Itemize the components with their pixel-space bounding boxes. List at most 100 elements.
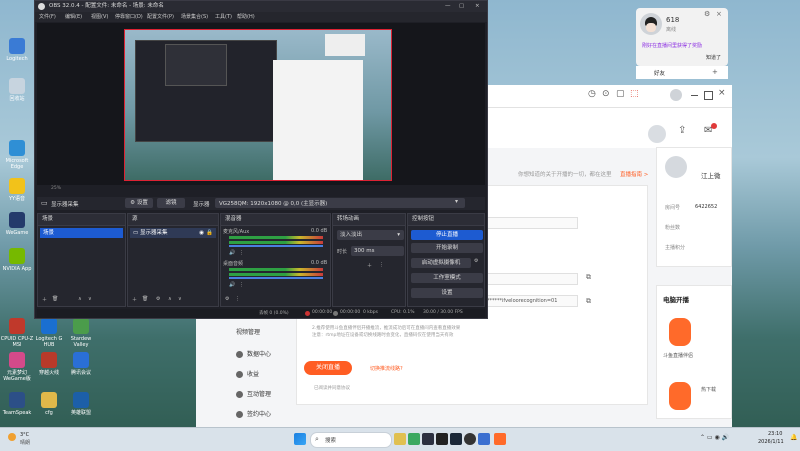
add-transition-icon[interactable]: ＋ — [367, 262, 372, 269]
desktop-icon[interactable]: Logitech G HUB — [32, 318, 66, 348]
ack-button[interactable]: 知道了 — [706, 54, 721, 61]
close-icon[interactable]: × — [475, 1, 480, 12]
desktop-menu-icon[interactable]: ⋮ — [239, 282, 244, 288]
source-settings-button[interactable]: ⚙ 设置 — [125, 198, 153, 208]
switch-line-link[interactable]: 切换推流线路? — [370, 365, 403, 372]
profile-avatar[interactable] — [665, 156, 687, 178]
mic-mute-icon[interactable]: 🔊 — [229, 250, 235, 256]
desktop-icon[interactable]: WeGame — [0, 212, 34, 236]
copy-url-icon[interactable]: ⧉ — [586, 273, 591, 282]
add-friend-icon[interactable]: + — [712, 68, 718, 76]
tray-icons[interactable]: ⌃ ▭ ◉ 🔊 — [700, 434, 729, 441]
settings-icon[interactable]: ⚙ — [704, 10, 710, 18]
mic-menu-icon[interactable]: ⋮ — [239, 250, 244, 256]
maximize-button[interactable]: ▢ — [459, 1, 464, 12]
maximize-button[interactable] — [704, 91, 713, 100]
menu-income[interactable]: 收益 — [236, 369, 306, 381]
steam-icon[interactable] — [450, 433, 462, 445]
menu-profile[interactable]: 配置文件(P) — [147, 12, 174, 22]
header-avatar[interactable] — [648, 125, 666, 143]
history-icon[interactable]: ◷ — [588, 89, 596, 99]
transition-select[interactable]: 淡入淡出 ▾ — [337, 230, 404, 240]
add-source-icon[interactable]: ＋ — [132, 296, 137, 303]
clock-time[interactable]: 23:10 — [768, 431, 782, 437]
studio-mode-button[interactable]: 工作室模式 — [411, 273, 483, 283]
upload-icon[interactable]: ⇪ — [678, 125, 686, 136]
mic-volume-slider[interactable] — [229, 245, 323, 247]
source-properties-icon[interactable]: ⚙ — [156, 296, 160, 302]
file-explorer-icon[interactable] — [394, 433, 406, 445]
scene-down-icon[interactable]: ∨ — [88, 296, 92, 302]
menu-video[interactable]: 视频管理 — [236, 327, 306, 339]
add-scene-icon[interactable]: ＋ — [42, 296, 47, 303]
menu-data-center[interactable]: 数据中心 — [236, 349, 306, 361]
source-item[interactable]: ▭ 显示器采集 ◉ 🔒 — [130, 228, 216, 238]
notification-bell-icon[interactable]: 🔔 — [790, 434, 797, 441]
source-up-icon[interactable]: ∧ — [168, 296, 172, 302]
start-recording-button[interactable]: 开始录制 — [411, 243, 483, 253]
scene-up-icon[interactable]: ∧ — [78, 296, 82, 302]
close-stream-button[interactable]: 关闭直播 — [304, 361, 352, 375]
start-icon[interactable] — [294, 433, 306, 445]
close-icon[interactable]: × — [718, 88, 726, 98]
desktop-icon[interactable]: 回收站 — [0, 78, 34, 102]
douyu-icon[interactable] — [494, 433, 506, 445]
menu-sign[interactable]: 签约中心 — [236, 409, 306, 421]
app-icon[interactable] — [436, 433, 448, 445]
mixer-settings-icon[interactable]: ⚙ — [225, 296, 229, 302]
menu-scene-collection[interactable]: 场景集合(S) — [181, 12, 208, 22]
close-icon[interactable]: × — [716, 10, 722, 18]
app-icon[interactable] — [408, 433, 420, 445]
virtual-camera-button[interactable]: 启动虚拟摄像机 — [411, 258, 471, 268]
menu-interaction[interactable]: 互动管理 — [236, 389, 306, 401]
lock-icon[interactable]: 🔒 — [206, 228, 213, 238]
chat-notification[interactable]: 618 离线 × ⚙ 刚好在直播间里获得了奖励 知道了 — [636, 8, 728, 66]
remove-source-icon[interactable]: 🗑 — [142, 296, 148, 302]
desktop-icon[interactable]: 元素梦幻 WeGame版 — [0, 352, 34, 382]
minimize-button[interactable]: — — [445, 1, 451, 12]
desktop-icon[interactable]: TeamSpeak — [0, 392, 34, 416]
desktop-icon[interactable]: 英雄联盟 — [64, 392, 98, 416]
app-icon[interactable] — [422, 433, 434, 445]
stop-stream-button[interactable]: 停止直播 — [411, 230, 483, 240]
desktop-icon[interactable]: Microsoft Edge — [0, 140, 34, 170]
download-label[interactable]: 热下载 — [701, 386, 716, 393]
app-icon[interactable] — [478, 433, 490, 445]
gift-icon[interactable]: ⬚ — [630, 89, 639, 99]
menu-docks[interactable]: 停靠窗口(D) — [115, 12, 143, 22]
obs-icon[interactable] — [464, 433, 476, 445]
desktop-icon[interactable]: cfg — [32, 392, 66, 416]
preview-canvas[interactable] — [124, 29, 392, 181]
user-avatar[interactable] — [670, 89, 682, 101]
desktop-icon[interactable]: 腾讯会议 — [64, 352, 98, 376]
desktop-icon[interactable]: CPUID CPU-Z MSI — [0, 318, 34, 348]
agree-checkbox-label[interactable]: 已阅读并同意协议 — [314, 385, 350, 391]
menu-edit[interactable]: 编辑(E) — [65, 12, 82, 22]
guide-link[interactable]: 直播指南 > — [620, 170, 648, 178]
menu-file[interactable]: 文件(F) — [39, 12, 56, 22]
desktop-volume-slider[interactable] — [229, 277, 323, 279]
menu-help[interactable]: 帮助(H) — [237, 12, 255, 22]
source-down-icon[interactable]: ∨ — [178, 296, 182, 302]
obs-preview[interactable] — [37, 23, 485, 185]
copy-key-icon[interactable]: ⧉ — [586, 297, 591, 306]
friend-tab[interactable]: 好友 — [654, 69, 665, 77]
desktop-mute-icon[interactable]: 🔊 — [229, 282, 235, 288]
message-icon[interactable]: ▢ — [616, 89, 625, 99]
desktop-icon[interactable]: NVIDIA App — [0, 248, 34, 272]
notification-icon[interactable]: ⊙ — [602, 89, 610, 99]
settings-button[interactable]: 设置 — [411, 288, 483, 298]
menu-tools[interactable]: 工具(T) — [215, 12, 232, 22]
duration-input[interactable]: 300 ms — [351, 246, 404, 256]
mixer-menu-icon[interactable]: ⋮ — [235, 296, 240, 302]
display-select[interactable]: VG258QM: 1920x1080 @ 0,0 (主显示器) ▾ — [215, 198, 465, 208]
remove-scene-icon[interactable]: 🗑 — [52, 296, 58, 302]
search-box[interactable]: ⌕ 搜索 — [310, 432, 392, 448]
transition-menu-icon[interactable]: ⋮ — [379, 262, 384, 268]
desktop-icon[interactable]: YY语音 — [0, 178, 34, 202]
scene-item[interactable]: 场景 — [40, 228, 123, 238]
weather-icon[interactable] — [8, 433, 16, 441]
eye-icon[interactable]: ◉ — [199, 228, 204, 238]
virtual-camera-settings-icon[interactable]: ⚙ — [474, 258, 478, 264]
desktop-icon[interactable]: Stardew Valley — [64, 318, 98, 348]
